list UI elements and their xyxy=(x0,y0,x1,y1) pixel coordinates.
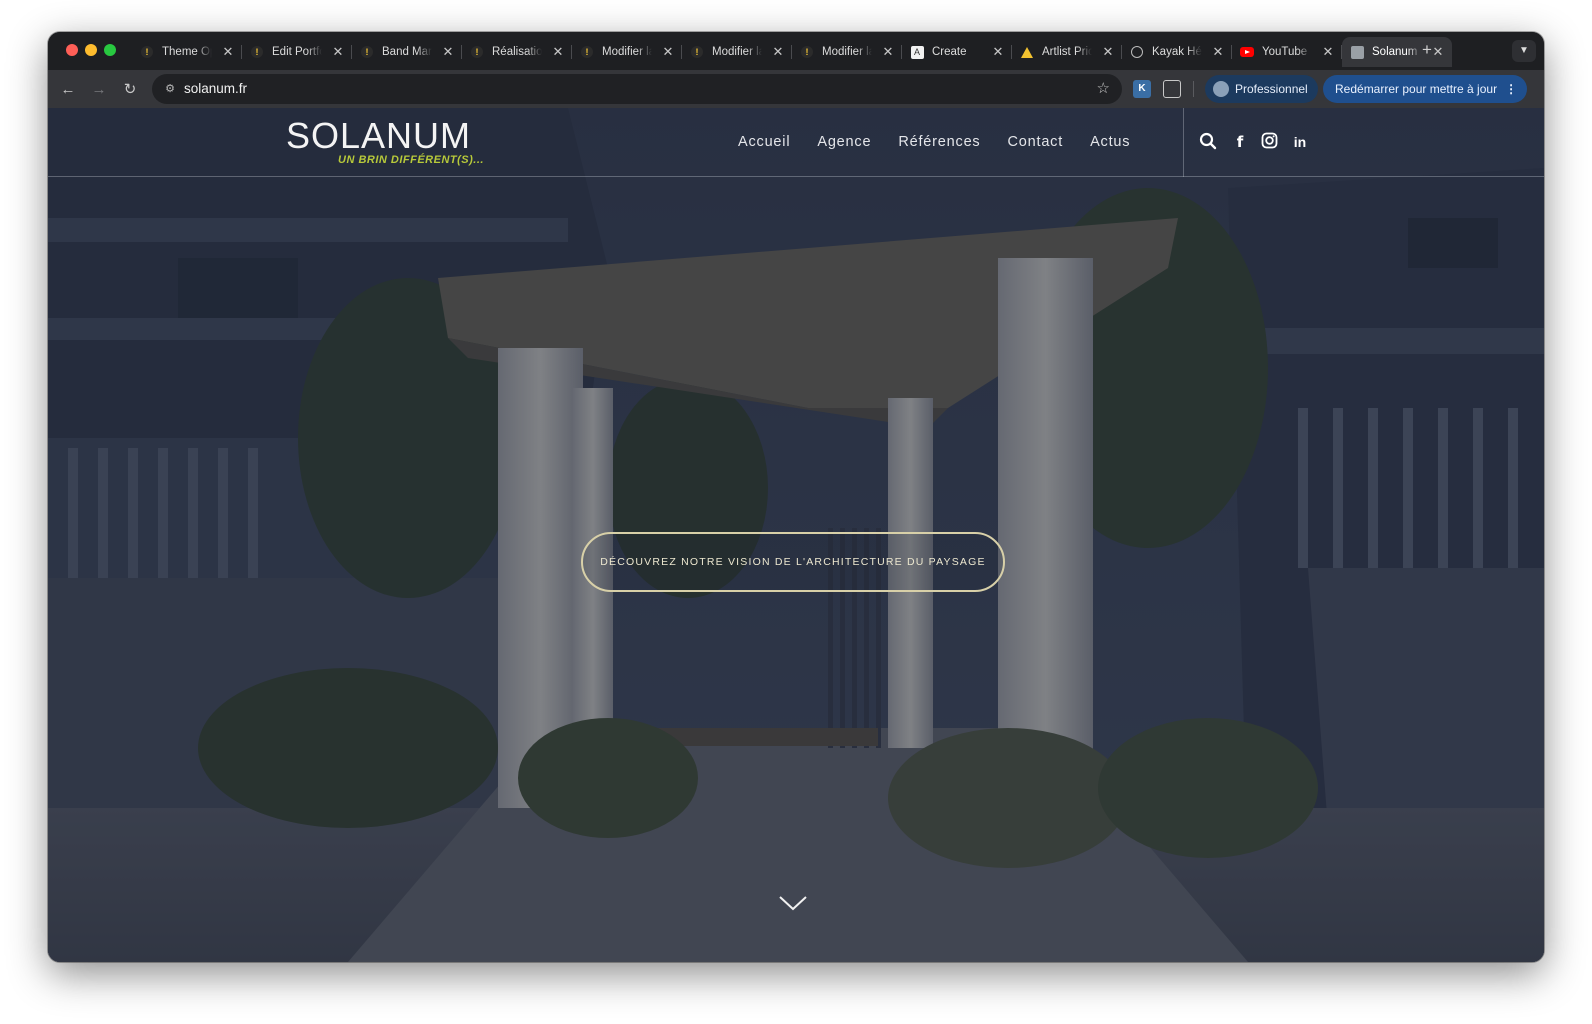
tab-title: Band Marquee xyxy=(382,46,432,58)
youtube-icon xyxy=(1240,45,1254,59)
tab-band-marquee[interactable]: ! Band Marquee ✕ xyxy=(352,37,462,67)
facebook-icon[interactable]: f xyxy=(1230,132,1250,152)
close-icon[interactable]: ✕ xyxy=(658,44,678,60)
tab-youtube[interactable]: YouTube ✕ xyxy=(1232,37,1342,67)
extensions-puzzle-icon[interactable] xyxy=(1163,80,1181,98)
bookmark-star-icon[interactable]: ☆ xyxy=(1097,74,1110,104)
logo-tagline: UN BRIN DIFFÉRENT(S)... xyxy=(338,154,484,166)
tab-theme-options[interactable]: ! Theme Options ✕ xyxy=(132,37,242,67)
tab-modifier-3[interactable]: ! Modifier la page ✕ xyxy=(792,37,902,67)
close-icon[interactable]: ✕ xyxy=(548,44,568,60)
close-icon[interactable]: ✕ xyxy=(438,44,458,60)
tab-title: Solanum xyxy=(1372,46,1418,58)
tab-title: Modifier la page xyxy=(822,46,872,58)
create-icon: A xyxy=(910,45,924,59)
close-icon[interactable]: ✕ xyxy=(1098,44,1118,60)
tab-title: Kayak Hérault xyxy=(1152,46,1202,58)
close-icon[interactable]: ✕ xyxy=(1208,44,1228,60)
tab-edit-portfolio[interactable]: ! Edit Portfolio ✕ xyxy=(242,37,352,67)
tab-solanum[interactable]: Solanum ✕ xyxy=(1342,37,1452,67)
tab-title: Theme Options xyxy=(162,46,212,58)
reload-icon[interactable]: ↻ xyxy=(119,79,141,101)
maximize-window-button[interactable] xyxy=(104,44,116,56)
minimize-window-button[interactable] xyxy=(85,44,97,56)
url-text[interactable]: solanum.fr xyxy=(184,74,247,104)
tab-title: Modifier la page xyxy=(712,46,762,58)
browser-window: ! Theme Options ✕ ! Edit Portfolio ✕ ! B… xyxy=(48,32,1544,962)
globe-icon xyxy=(1130,45,1144,59)
extension-icon[interactable]: K xyxy=(1133,80,1151,98)
forward-arrow-icon[interactable]: → xyxy=(88,79,110,101)
site-settings-icon[interactable]: ⚙ xyxy=(162,81,178,97)
profile-button[interactable]: Professionnel xyxy=(1205,75,1318,103)
avatar xyxy=(1213,81,1229,97)
tab-create[interactable]: A Create ✕ xyxy=(902,37,1012,67)
tab-strip: ! Theme Options ✕ ! Edit Portfolio ✕ ! B… xyxy=(48,32,1544,70)
kebab-menu-icon[interactable]: ⋮ xyxy=(1505,82,1517,96)
close-window-button[interactable] xyxy=(66,44,78,56)
tab-title: Modifier la page xyxy=(602,46,652,58)
site-logo[interactable]: SOLANUM UN BRIN DIFFÉRENT(S)... xyxy=(286,116,496,172)
tab-title: Artlist Pricing xyxy=(1042,46,1092,58)
wordpress-icon: ! xyxy=(360,45,374,59)
new-tab-button[interactable]: + xyxy=(1422,40,1432,60)
main-navigation: Accueil Agence Références Contact Actus xyxy=(738,130,1157,154)
logo-wordmark: SOLANUM xyxy=(286,115,472,156)
tab-title: Create xyxy=(932,46,967,58)
chevron-down-icon[interactable] xyxy=(778,894,808,912)
profile-label: Professionnel xyxy=(1235,82,1308,96)
tab-list: ! Theme Options ✕ ! Edit Portfolio ✕ ! B… xyxy=(132,37,1452,67)
tab-title: Réalisations xyxy=(492,46,542,58)
update-label: Redémarrer pour mettre à jour xyxy=(1335,82,1498,96)
close-icon[interactable]: ✕ xyxy=(1318,44,1338,60)
close-icon[interactable]: ✕ xyxy=(878,44,898,60)
wordpress-icon: ! xyxy=(140,45,154,59)
nav-link-contact[interactable]: Contact xyxy=(1007,130,1063,154)
tab-title: YouTube xyxy=(1262,46,1308,58)
nav-link-references[interactable]: Références xyxy=(898,130,980,154)
tab-search-chevron-icon[interactable]: ▼ xyxy=(1512,40,1536,62)
tab-modifier-2[interactable]: ! Modifier la page ✕ xyxy=(682,37,792,67)
wordpress-icon: ! xyxy=(250,45,264,59)
wordpress-icon: ! xyxy=(800,45,814,59)
tab-realisations[interactable]: ! Réalisations ✕ xyxy=(462,37,572,67)
toolbar-divider xyxy=(1193,81,1194,97)
linkedin-icon[interactable]: in xyxy=(1290,132,1310,152)
nav-link-agence[interactable]: Agence xyxy=(817,130,871,154)
back-arrow-icon[interactable]: ← xyxy=(57,79,79,101)
tab-kayak[interactable]: Kayak Hérault ✕ xyxy=(1122,37,1232,67)
site-header: SOLANUM UN BRIN DIFFÉRENT(S)... Accueil … xyxy=(48,108,1544,177)
wordpress-icon: ! xyxy=(470,45,484,59)
close-icon[interactable]: ✕ xyxy=(768,44,788,60)
solanum-icon xyxy=(1350,45,1364,59)
header-divider xyxy=(1183,108,1184,177)
instagram-icon[interactable] xyxy=(1259,132,1279,152)
nav-link-accueil[interactable]: Accueil xyxy=(738,130,790,154)
search-icon[interactable] xyxy=(1198,132,1218,152)
browser-toolbar: ← → ↻ ⚙ solanum.fr ☆ K Professionnel Red… xyxy=(48,70,1544,108)
wordpress-icon: ! xyxy=(580,45,594,59)
address-bar[interactable]: ⚙ solanum.fr ☆ xyxy=(152,74,1122,104)
nav-link-actus[interactable]: Actus xyxy=(1090,130,1130,154)
wordpress-icon: ! xyxy=(690,45,704,59)
artlist-icon xyxy=(1020,45,1034,59)
web-page: SOLANUM UN BRIN DIFFÉRENT(S)... Accueil … xyxy=(48,108,1544,962)
hero-cta-button[interactable]: DÉCOUVREZ NOTRE VISION DE L'ARCHITECTURE… xyxy=(581,532,1005,592)
close-icon[interactable]: ✕ xyxy=(988,44,1008,60)
update-restart-button[interactable]: Redémarrer pour mettre à jour ⋮ xyxy=(1323,75,1528,103)
close-icon[interactable]: ✕ xyxy=(328,44,348,60)
tab-modifier-1[interactable]: ! Modifier la page ✕ xyxy=(572,37,682,67)
tab-artlist[interactable]: Artlist Pricing ✕ xyxy=(1012,37,1122,67)
tab-title: Edit Portfolio xyxy=(272,46,322,58)
close-icon[interactable]: ✕ xyxy=(218,44,238,60)
